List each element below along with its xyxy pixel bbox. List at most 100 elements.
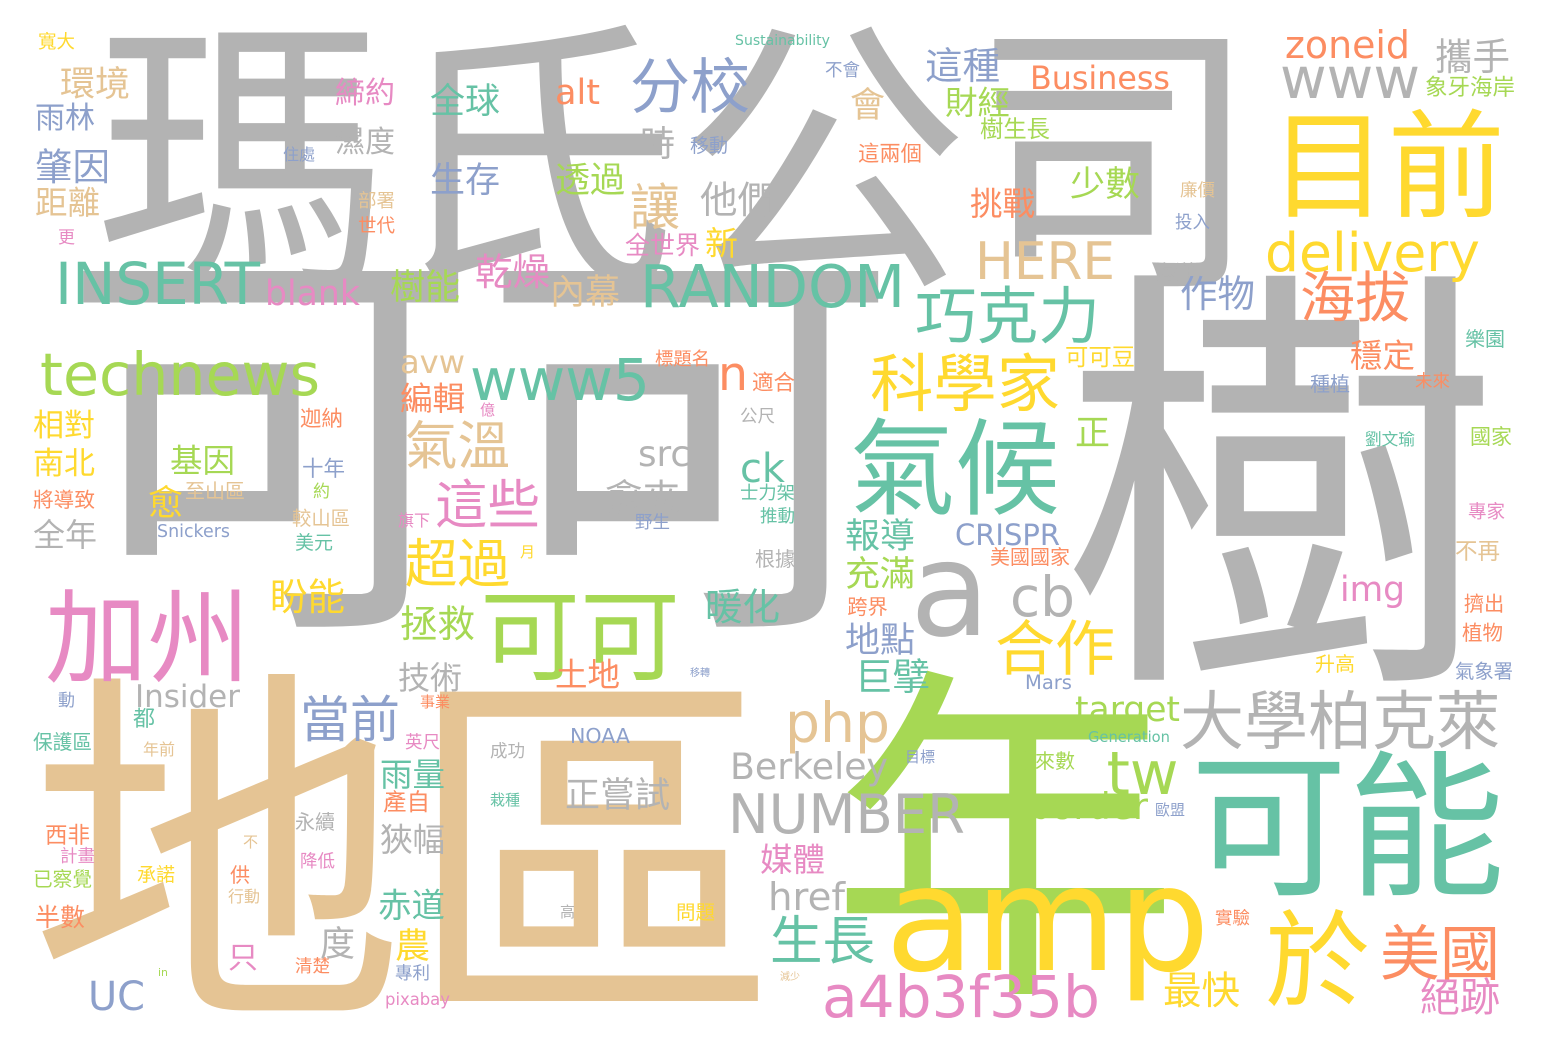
word: 赤道 (378, 886, 445, 926)
word: 植物 (1462, 621, 1503, 646)
word: 已察覺 (33, 868, 92, 892)
word: 適合 (751, 370, 795, 396)
word: 可能 (1189, 738, 1505, 922)
word: 海洋 (1155, 259, 1195, 284)
word: 正嘗試 (564, 776, 670, 816)
word: 樹生長 (980, 115, 1050, 144)
word: 樂園 (1465, 327, 1505, 351)
word: 目標 (904, 748, 935, 766)
word: 行動 (227, 886, 260, 906)
word: 這些 (434, 475, 540, 537)
word: 生存 (429, 160, 500, 201)
word: a4b3f35b (822, 963, 1100, 1032)
word: 內幕 (549, 272, 620, 313)
word: 部署 (357, 191, 395, 213)
word: 升高 (1315, 651, 1355, 676)
word: avw (400, 343, 465, 382)
word: 住處 (282, 145, 315, 164)
word: 寬大 (37, 32, 75, 54)
word: 世代 (357, 216, 395, 238)
word: 編輯 (399, 379, 465, 418)
word: 迦納 (299, 407, 343, 433)
word: 推動 (760, 506, 795, 527)
word: 實驗 (1215, 909, 1250, 930)
word: 全球 (429, 82, 500, 122)
word: 西非 (44, 823, 90, 850)
word: Sustainability (735, 33, 830, 50)
word: 計畫 (60, 846, 95, 867)
word: 於 (1264, 901, 1370, 1023)
word: php (785, 692, 890, 757)
word: Berkeley (730, 745, 888, 789)
word: 正 (1074, 413, 1110, 454)
word: 歐盟 (1154, 800, 1185, 819)
word: 可可豆 (1065, 342, 1135, 371)
word: 讓 (630, 178, 680, 237)
word: 這種 (925, 43, 1000, 88)
word: 只 (228, 941, 258, 976)
word: 愈來 (605, 475, 680, 520)
word: 最快 (1162, 969, 1240, 1015)
word: 基因 (169, 442, 235, 481)
word: 巨擘 (855, 654, 930, 699)
word: 公尺 (740, 406, 775, 427)
word: NOAA (570, 723, 630, 748)
word: 媒體 (759, 841, 825, 880)
word: 土地 (554, 655, 620, 694)
word: 永續 (295, 809, 335, 834)
word: 會 (849, 86, 885, 126)
word: 更 (58, 228, 75, 248)
word: 約 (313, 482, 330, 502)
word: 美國國家 (990, 544, 1070, 569)
word: 十年 (301, 457, 345, 483)
word: 產自 (383, 787, 430, 816)
word: 年前 (142, 740, 175, 759)
word: 透過 (554, 161, 625, 201)
word: technews (40, 340, 320, 409)
word: zoneid (1285, 23, 1410, 68)
word: 象牙海岸 (1424, 74, 1515, 101)
word: 生長 (769, 911, 875, 973)
word: 南北 (33, 445, 95, 482)
word: 美元 (294, 532, 333, 554)
word: 移轉 (690, 668, 710, 679)
word: 加州 (45, 579, 250, 699)
word: 新 (705, 223, 738, 263)
word: 氣溫 (404, 416, 510, 478)
word: border (1028, 785, 1148, 829)
word: 肇因 (35, 144, 110, 189)
word: 全年 (32, 516, 97, 554)
word: 暖化 (705, 584, 780, 629)
word: 報導 (844, 517, 915, 557)
word: 移動 (689, 135, 728, 157)
word: 野生 (635, 513, 670, 534)
word: 全世界 (624, 230, 700, 260)
word: 當前 (300, 691, 400, 749)
word: 億 (479, 400, 495, 419)
word: 愈 (147, 484, 183, 524)
word: in (158, 965, 168, 979)
word: 雨林 (35, 101, 95, 136)
word: 充滿 (844, 555, 915, 595)
word: 穩定 (1349, 336, 1415, 375)
word: 距離 (34, 184, 100, 223)
word: 未來數 (1015, 749, 1075, 773)
word: 不 (242, 833, 258, 851)
word: 專家 (1467, 502, 1505, 524)
word: NUMBER (728, 781, 965, 846)
word: 廉價 (1180, 180, 1215, 201)
word: 挑戰 (969, 184, 1035, 223)
word: 國家 (1470, 425, 1512, 449)
word: n (718, 347, 748, 403)
word: HERE (975, 231, 1115, 292)
word: 標題名 (655, 349, 710, 371)
word: 氣候 (849, 408, 1060, 531)
word: 氣象署 (1455, 659, 1513, 683)
word: 較山區 (292, 507, 350, 531)
word: 乾燥 (475, 249, 550, 294)
word: 他們 (700, 177, 775, 222)
word: 都 (132, 707, 155, 732)
word: 英尺 (405, 732, 440, 753)
word: INSERT (55, 250, 260, 319)
word: 海拔 (1299, 266, 1410, 330)
